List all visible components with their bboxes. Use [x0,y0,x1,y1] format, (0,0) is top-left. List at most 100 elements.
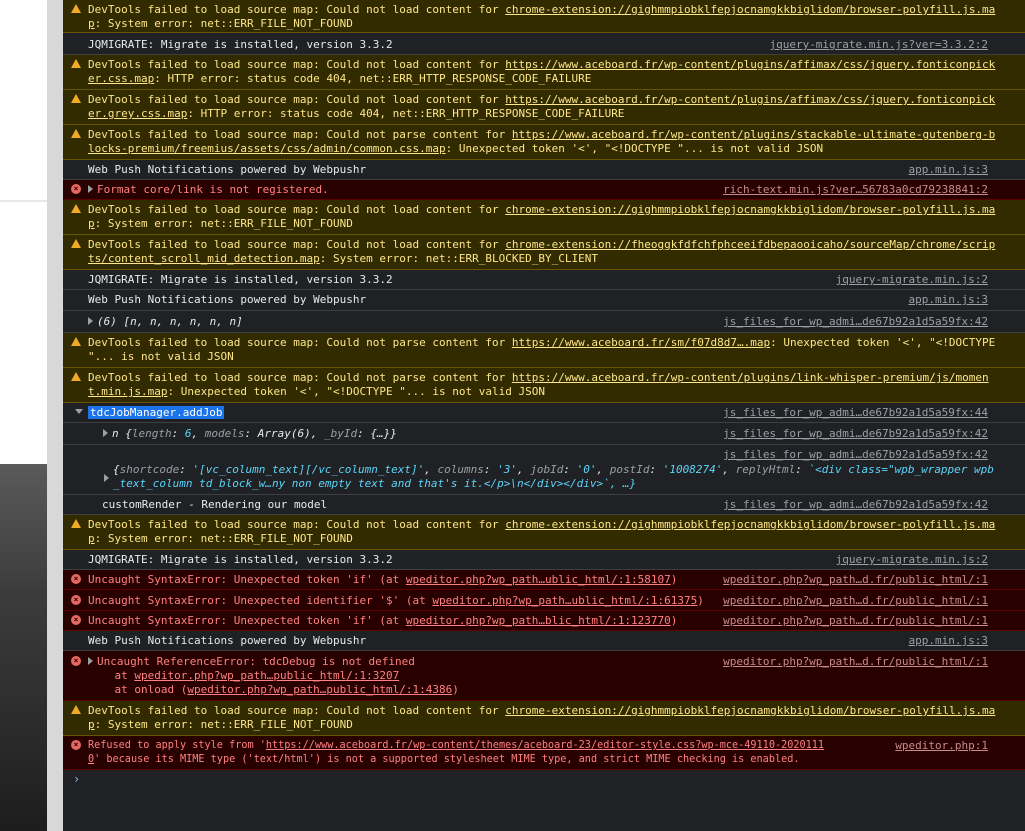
source-location-link[interactable]: wpeditor.php?wp_path…d.fr/public_html/:1 [723,573,988,587]
console-warning-row[interactable]: DevTools failed to load source map: Coul… [63,235,1025,270]
error-icon: × [71,740,81,750]
source-link[interactable]: chrome-extension://gighmmpiobklfepjocnam… [505,203,995,216]
console-log-row[interactable]: JQMIGRATE: Migrate is installed, version… [63,550,1025,570]
console-warning-row[interactable]: DevTools failed to load source map: Coul… [63,0,1025,33]
source-location-link[interactable]: jquery-migrate.min.js:2 [836,553,988,567]
source-link[interactable]: chrome-extension://gighmmpiobklfepjocnam… [505,704,995,717]
console-group-row[interactable]: tdcJobManager.addJob js_files_for_wp_adm… [63,403,1025,423]
source-link[interactable]: chrome-extension://fheoggkfdfchfphceeifd… [505,238,995,251]
source-link[interactable]: wpeditor.php?wp_path…ublic_html/:1:61375 [432,594,697,607]
console-error-row[interactable]: × Format core/link is not registered. ri… [63,180,1025,200]
collapse-arrow-icon[interactable] [75,409,83,414]
console-error-row[interactable]: × Refused to apply style from 'https://w… [63,736,1025,770]
console-warning-row[interactable]: DevTools failed to load source map: Coul… [63,515,1025,550]
source-location-link[interactable]: app.min.js:3 [909,293,988,307]
source-link[interactable]: chrome-extension://gighmmpiobklfepjocnam… [505,518,995,531]
source-link-cont[interactable]: p [88,718,95,731]
console-warning-row[interactable]: DevTools failed to load source map: Coul… [63,368,1025,403]
message-text: Format core/link is not registered. [88,183,329,197]
page-background-panel [0,0,47,831]
source-link[interactable]: https://www.aceboard.fr/sm/f07d8d7….map [512,336,770,349]
group-label: tdcJobManager.addJob [88,406,225,419]
console-warning-row[interactable]: DevTools failed to load source map: Coul… [63,200,1025,235]
source-link[interactable]: chrome-extension://gighmmpiobklfepjocnam… [505,3,995,16]
background-photo [0,464,47,831]
source-location-link[interactable]: js_files_for_wp_admi…de67b92a1d5a59fx:44 [723,406,988,420]
source-link[interactable]: https://www.aceboard.fr/wp-content/theme… [266,740,824,751]
console-error-row[interactable]: × Uncaught SyntaxError: Unexpected token… [63,570,1025,590]
message-text: Web Push Notifications powered by Webpus… [88,293,367,306]
stack-link[interactable]: wpeditor.php?wp_path…public_html/:1:3207 [134,669,399,682]
console-error-row[interactable]: × Uncaught SyntaxError: Unexpected token… [63,611,1025,631]
warning-icon [71,59,81,68]
source-link[interactable]: https://www.aceboard.fr/wp-content/plugi… [512,371,989,384]
source-location-link[interactable]: wpeditor.php?wp_path…d.fr/public_html/:1 [723,655,988,669]
message-text: DevTools failed to load source map: Coul… [88,336,996,363]
message-text: DevTools failed to load source map: Coul… [88,238,996,265]
expand-arrow-icon[interactable] [88,185,93,193]
console-log-row[interactable]: Web Push Notifications powered by Webpus… [63,290,1025,311]
source-location-link[interactable]: app.min.js:3 [909,163,988,177]
expand-arrow-icon[interactable] [88,657,93,665]
console-warning-row[interactable]: DevTools failed to load source map: Coul… [63,125,1025,160]
expand-arrow-icon[interactable] [104,474,109,482]
source-location-link[interactable]: wpeditor.php:1 [895,739,988,753]
object-preview: {shortcode: '[vc_column_text][/vc_column… [113,463,994,490]
source-link-cont[interactable]: ts/content_scroll_mid_detection.map [88,252,320,265]
source-location-link[interactable]: js_files_for_wp_admi…de67b92a1d5a59fx:42 [723,448,988,462]
source-link-cont[interactable]: p [88,532,95,545]
stack-link[interactable]: wpeditor.php?wp_path…public_html/:1:4386 [187,683,452,696]
message-text: Uncaught ReferenceError: tdcDebug is not… [88,655,459,696]
source-link[interactable]: https://www.aceboard.fr/wp-content/plugi… [505,93,995,106]
source-link-cont[interactable]: p [88,217,95,230]
error-icon: × [71,656,81,666]
message-text: DevTools failed to load source map: Coul… [88,58,996,85]
source-link[interactable]: wpeditor.php?wp_path…ublic_html/:1:58107 [406,573,671,586]
source-location-link[interactable]: wpeditor.php?wp_path…d.fr/public_html/:1 [723,614,988,628]
source-location-link[interactable]: rich-text.min.js?ver…56783a0cd79238841:2 [723,183,988,197]
console-log-row[interactable]: (6) [n, n, n, n, n, n] js_files_for_wp_a… [63,311,1025,333]
source-link[interactable]: https://www.aceboard.fr/wp-content/plugi… [505,58,995,71]
warning-icon [71,372,81,381]
source-location-link[interactable]: jquery-migrate.min.js:2 [836,273,988,287]
source-location-link[interactable]: js_files_for_wp_admi…de67b92a1d5a59fx:42 [723,315,988,329]
message-text: JQMIGRATE: Migrate is installed, version… [88,273,393,286]
warning-icon [71,4,81,13]
console-log-row[interactable]: customRender - Rendering our model js_fi… [63,495,1025,515]
expand-arrow-icon[interactable] [103,429,108,437]
console-log-row[interactable]: Web Push Notifications powered by Webpus… [63,160,1025,180]
source-link[interactable]: wpeditor.php?wp_path…blic_html/:1:123770 [406,614,671,627]
message-text: DevTools failed to load source map: Coul… [88,203,996,230]
source-link-cont[interactable]: er.grey.css.map [88,107,187,120]
console-log-row[interactable]: Web Push Notifications powered by Webpus… [63,631,1025,651]
source-location-link[interactable]: app.min.js:3 [909,634,988,648]
console-log-row[interactable]: JQMIGRATE: Migrate is installed, version… [63,35,1025,55]
source-link-cont[interactable]: locks-premium/freemius/assets/css/admin/… [88,142,446,155]
console-object-row[interactable]: n {length: 6, models: Array(6), _byId: {… [63,423,1025,445]
console-prompt-icon[interactable]: › [73,772,80,786]
console-warning-row[interactable]: DevTools failed to load source map: Coul… [63,333,1025,368]
source-location-link[interactable]: js_files_for_wp_admi…de67b92a1d5a59fx:42 [723,498,988,512]
console-warning-row[interactable]: DevTools failed to load source map: Coul… [63,701,1025,736]
console-warning-row[interactable]: DevTools failed to load source map: Coul… [63,55,1025,90]
console-error-row[interactable]: × Uncaught ReferenceError: tdcDebug is n… [63,651,1025,701]
source-link[interactable]: https://www.aceboard.fr/wp-content/plugi… [512,128,995,141]
devtools-resize-gutter[interactable] [47,0,63,831]
source-location-link[interactable]: jquery-migrate.min.js?ver=3.3.2:2 [769,38,988,52]
source-link-cont[interactable]: er.css.map [88,72,154,85]
console-log-row[interactable]: JQMIGRATE: Migrate is installed, version… [63,270,1025,290]
source-link-cont[interactable]: t.min.js.map [88,385,167,398]
error-icon: × [71,184,81,194]
console-object-row[interactable]: js_files_for_wp_admi…de67b92a1d5a59fx:42… [63,445,1025,495]
console-warning-row[interactable]: DevTools failed to load source map: Coul… [63,90,1025,125]
source-link-cont[interactable]: p [88,17,95,30]
message-text: Uncaught SyntaxError: Unexpected identif… [88,594,704,607]
console-error-row[interactable]: × Uncaught SyntaxError: Unexpected ident… [63,590,1025,611]
message-text: Uncaught SyntaxError: Unexpected token '… [88,573,678,586]
message-text: (6) [n, n, n, n, n, n] [88,315,243,329]
source-location-link[interactable]: wpeditor.php?wp_path…d.fr/public_html/:1 [723,594,988,608]
message-text: Web Push Notifications powered by Webpus… [88,634,367,647]
expand-arrow-icon[interactable] [88,317,93,325]
source-location-link[interactable]: js_files_for_wp_admi…de67b92a1d5a59fx:42 [723,427,988,441]
message-text: DevTools failed to load source map: Coul… [88,371,989,398]
